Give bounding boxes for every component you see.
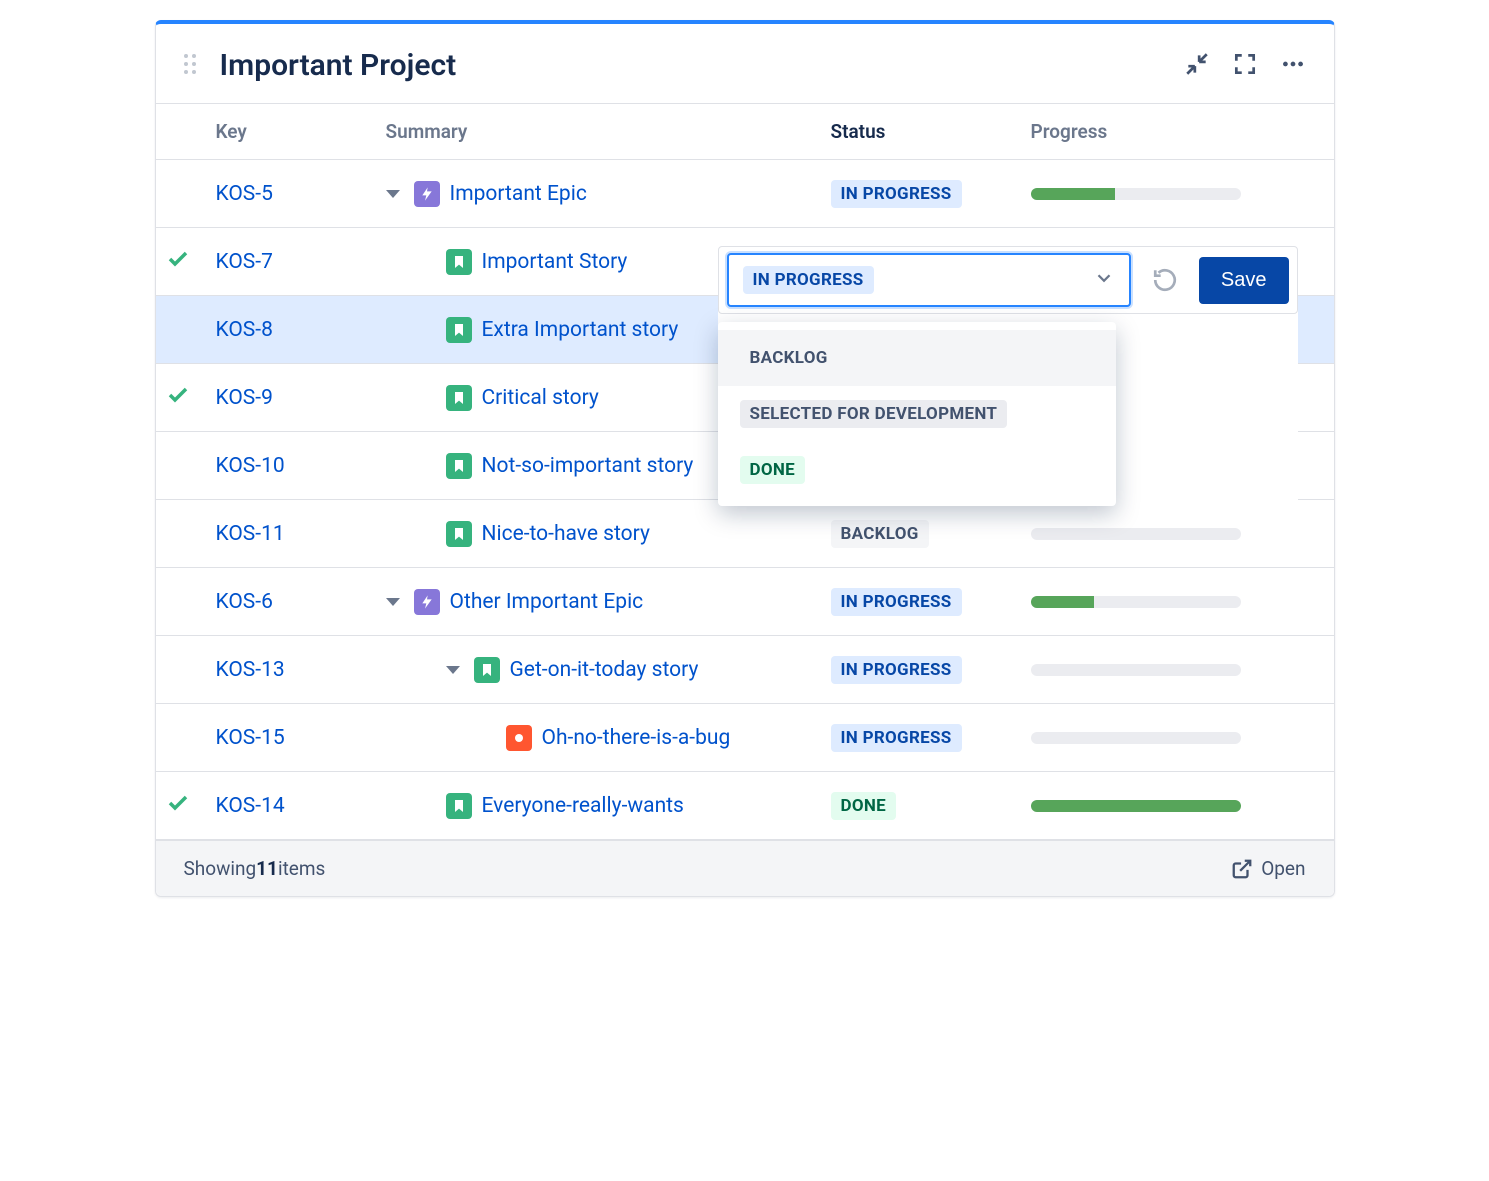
more-icon[interactable] bbox=[1280, 51, 1306, 81]
chevron-down-icon bbox=[1093, 267, 1115, 293]
status-option[interactable]: DONE bbox=[718, 442, 1116, 498]
issue-key[interactable]: KOS-9 bbox=[216, 386, 386, 410]
footer-count: 11 bbox=[256, 857, 278, 880]
status-badge[interactable]: DONE bbox=[831, 792, 897, 820]
summary-cell: Get-on-it-today story bbox=[386, 657, 831, 683]
story-type-icon bbox=[446, 317, 472, 343]
issue-key[interactable]: KOS-5 bbox=[216, 182, 386, 206]
collapse-icon[interactable] bbox=[1184, 51, 1210, 81]
col-status[interactable]: Status bbox=[831, 120, 1031, 143]
open-link-label: Open bbox=[1261, 857, 1305, 880]
summary-text[interactable]: Nice-to-have story bbox=[482, 522, 650, 546]
status-badge[interactable]: IN PROGRESS bbox=[831, 724, 962, 752]
status-dropdown: BACKLOG SELECTED FOR DEVELOPMENT DONE bbox=[718, 322, 1116, 506]
summary-text[interactable]: Oh-no-there-is-a-bug bbox=[542, 726, 731, 750]
table-row[interactable]: KOS-15 Oh-no-there-is-a-bug IN PROGRESS bbox=[156, 704, 1334, 772]
issue-key[interactable]: KOS-7 bbox=[216, 250, 386, 274]
issue-key[interactable]: KOS-11 bbox=[216, 522, 386, 546]
summary-cell: Important Epic bbox=[386, 181, 831, 207]
status-badge[interactable]: IN PROGRESS bbox=[831, 588, 962, 616]
status-badge[interactable]: BACKLOG bbox=[831, 520, 929, 548]
drag-handle-icon[interactable] bbox=[184, 54, 202, 78]
undo-button[interactable] bbox=[1143, 258, 1187, 302]
issue-key[interactable]: KOS-8 bbox=[216, 318, 386, 342]
progress-bar bbox=[1031, 800, 1241, 812]
external-link-icon bbox=[1231, 858, 1253, 880]
progress-bar bbox=[1031, 596, 1241, 608]
progress-bar bbox=[1031, 664, 1241, 676]
project-card: Important Project Key Summary Status Pro… bbox=[155, 20, 1335, 897]
status-option[interactable]: BACKLOG bbox=[718, 330, 1116, 386]
col-progress[interactable]: Progress bbox=[1031, 120, 1276, 143]
table-row[interactable]: KOS-14 Everyone-really-wants DONE bbox=[156, 772, 1334, 840]
footer-count-suffix: items bbox=[278, 857, 325, 880]
done-check-icon bbox=[166, 791, 216, 821]
expand-caret-icon[interactable] bbox=[386, 598, 400, 606]
summary-text[interactable]: Not-so-important story bbox=[482, 454, 694, 478]
story-type-icon bbox=[474, 657, 500, 683]
summary-text[interactable]: Critical story bbox=[482, 386, 599, 410]
progress-bar bbox=[1031, 732, 1241, 744]
fullscreen-icon[interactable] bbox=[1232, 51, 1258, 81]
status-select-value: IN PROGRESS bbox=[743, 266, 874, 294]
card-title: Important Project bbox=[220, 48, 1184, 83]
epic-type-icon bbox=[414, 181, 440, 207]
story-type-icon bbox=[446, 385, 472, 411]
story-type-icon bbox=[446, 453, 472, 479]
summary-cell: Oh-no-there-is-a-bug bbox=[386, 725, 831, 751]
progress-bar bbox=[1031, 528, 1241, 540]
summary-text[interactable]: Extra Important story bbox=[482, 318, 679, 342]
status-option-label: DONE bbox=[740, 456, 806, 484]
footer-count-prefix: Showing bbox=[184, 857, 257, 880]
col-summary[interactable]: Summary bbox=[386, 120, 831, 143]
summary-text[interactable]: Important Epic bbox=[450, 182, 587, 206]
status-option-label: BACKLOG bbox=[740, 344, 838, 372]
issue-key[interactable]: KOS-14 bbox=[216, 794, 386, 818]
summary-cell: Nice-to-have story bbox=[386, 521, 831, 547]
expand-caret-icon[interactable] bbox=[446, 666, 460, 674]
done-check-icon bbox=[166, 383, 216, 413]
summary-text[interactable]: Important Story bbox=[482, 250, 628, 274]
epic-type-icon bbox=[414, 589, 440, 615]
issue-table: Key Summary Status Progress KOS-5 Importa… bbox=[156, 103, 1334, 840]
expand-caret-icon[interactable] bbox=[386, 190, 400, 198]
table-header: Key Summary Status Progress bbox=[156, 104, 1334, 160]
issue-key[interactable]: KOS-15 bbox=[216, 726, 386, 750]
summary-text[interactable]: Everyone-really-wants bbox=[482, 794, 684, 818]
status-option[interactable]: SELECTED FOR DEVELOPMENT bbox=[718, 386, 1116, 442]
issue-key[interactable]: KOS-13 bbox=[216, 658, 386, 682]
open-link[interactable]: Open bbox=[1231, 857, 1305, 880]
status-select[interactable]: IN PROGRESS bbox=[727, 253, 1131, 307]
card-header: Important Project bbox=[156, 24, 1334, 103]
header-actions bbox=[1184, 51, 1306, 81]
status-badge[interactable]: IN PROGRESS bbox=[831, 180, 962, 208]
status-editor-row: IN PROGRESS Save bbox=[718, 246, 1298, 314]
issue-key[interactable]: KOS-6 bbox=[216, 590, 386, 614]
table-row[interactable]: KOS-5 Important Epic IN PROGRESS bbox=[156, 160, 1334, 228]
status-editor: IN PROGRESS Save BACKLOG SELECTED FOR DEV… bbox=[718, 246, 1298, 506]
bug-type-icon bbox=[506, 725, 532, 751]
table-row[interactable]: KOS-13 Get-on-it-today story IN PROGRESS bbox=[156, 636, 1334, 704]
summary-text[interactable]: Other Important Epic bbox=[450, 590, 644, 614]
save-button[interactable]: Save bbox=[1199, 257, 1289, 304]
summary-cell: Other Important Epic bbox=[386, 589, 831, 615]
issue-key[interactable]: KOS-10 bbox=[216, 454, 386, 478]
table-row[interactable]: KOS-11 Nice-to-have story BACKLOG bbox=[156, 500, 1334, 568]
status-option-label: SELECTED FOR DEVELOPMENT bbox=[740, 400, 1008, 428]
col-key[interactable]: Key bbox=[216, 120, 386, 143]
summary-text[interactable]: Get-on-it-today story bbox=[510, 658, 699, 682]
story-type-icon bbox=[446, 249, 472, 275]
done-check-icon bbox=[166, 247, 216, 277]
story-type-icon bbox=[446, 793, 472, 819]
summary-cell: Everyone-really-wants bbox=[386, 793, 831, 819]
story-type-icon bbox=[446, 521, 472, 547]
status-badge[interactable]: IN PROGRESS bbox=[831, 656, 962, 684]
table-row[interactable]: KOS-6 Other Important Epic IN PROGRESS bbox=[156, 568, 1334, 636]
card-footer: Showing 11 items Open bbox=[156, 840, 1334, 896]
progress-bar bbox=[1031, 188, 1241, 200]
